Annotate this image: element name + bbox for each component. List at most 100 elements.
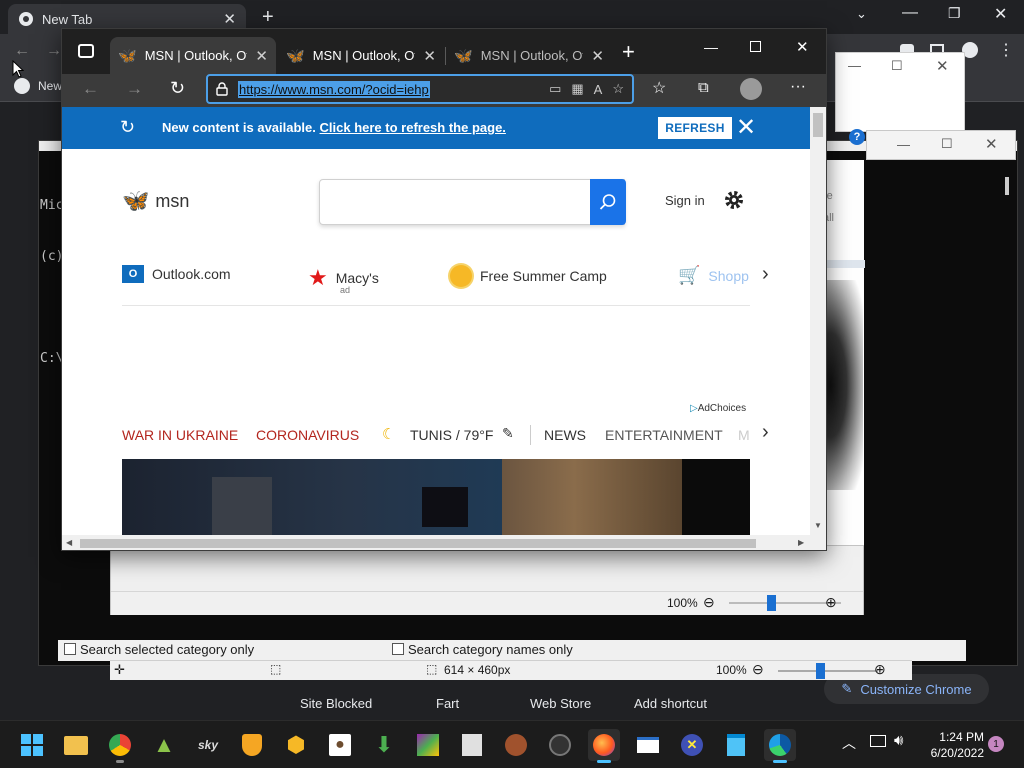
edge-tab-2[interactable]: 🦋 MSN | Outlook, Off ✕ bbox=[278, 37, 444, 74]
forward-icon[interactable]: → bbox=[126, 79, 143, 99]
collections-icon[interactable]: ⧉ bbox=[698, 79, 709, 96]
category-entertainment[interactable]: ENTERTAINMENT bbox=[605, 427, 723, 443]
quicklink-macys[interactable]: ★ Macy's ad bbox=[308, 265, 379, 295]
profile-avatar[interactable] bbox=[740, 78, 762, 100]
checkbox[interactable] bbox=[392, 643, 404, 655]
zoom-out-icon[interactable]: ⊖ bbox=[703, 594, 715, 611]
refresh-link[interactable]: Click here to refresh the page. bbox=[320, 120, 506, 135]
taskbar-clock[interactable]: 1:24 PM 6/20/2022 bbox=[924, 729, 984, 761]
minimize-icon[interactable]: — bbox=[897, 137, 910, 152]
coffee-icon[interactable]: ● bbox=[324, 729, 356, 761]
address-bar[interactable]: https://www.msn.com/?ocid=iehp ▭ ▦ A ☆ bbox=[206, 74, 634, 104]
zoom-in-icon[interactable]: ⊕ bbox=[825, 594, 837, 611]
chevron-right-icon[interactable]: › bbox=[762, 263, 769, 286]
close-icon[interactable]: ✕ bbox=[223, 10, 236, 28]
back-icon[interactable]: ← bbox=[14, 42, 30, 60]
close-icon[interactable]: ✕ bbox=[936, 57, 949, 75]
chevron-down-icon[interactable]: ⌄ bbox=[856, 6, 867, 22]
green-tree-icon[interactable]: ▲ bbox=[148, 729, 180, 761]
start-button[interactable] bbox=[16, 729, 48, 761]
scroll-left-icon[interactable]: ◀ bbox=[66, 538, 72, 547]
category-war-in-ukraine[interactable]: WAR IN UKRAINE bbox=[122, 427, 238, 443]
filter-selected-option[interactable]: Search selected category only bbox=[64, 642, 254, 657]
sky-app-icon[interactable]: sky bbox=[192, 729, 224, 761]
favorites-icon[interactable]: ☆ bbox=[652, 78, 666, 98]
zoom-slider-track[interactable] bbox=[778, 670, 878, 672]
pencil-icon[interactable]: ✎ bbox=[502, 425, 514, 442]
close-window-icon[interactable]: ✕ bbox=[994, 4, 1007, 24]
category-coronavirus[interactable]: CORONAVIRUS bbox=[256, 427, 359, 443]
shortcut-web-store[interactable]: Web Store bbox=[530, 696, 591, 711]
firefox-icon[interactable] bbox=[588, 729, 620, 763]
maximize-icon[interactable]: ☐ bbox=[891, 58, 903, 74]
read-aloud-icon[interactable]: A bbox=[594, 82, 603, 97]
checkbox[interactable] bbox=[64, 643, 76, 655]
scroll-down-icon[interactable]: ▼ bbox=[814, 521, 822, 530]
sign-in-link[interactable]: Sign in bbox=[665, 193, 705, 208]
minimize-icon[interactable]: — bbox=[848, 58, 861, 73]
shield-icon[interactable] bbox=[236, 729, 268, 761]
quicklink-shopping[interactable]: 🛒 Shopp bbox=[678, 265, 749, 286]
scroll-right-icon[interactable]: ▶ bbox=[798, 538, 804, 547]
restore-icon[interactable]: ❐ bbox=[948, 5, 961, 22]
qr-icon[interactable]: ▦ bbox=[571, 81, 583, 97]
quicklink-outlook[interactable]: O Outlook.com bbox=[122, 265, 231, 283]
notepad-icon[interactable] bbox=[720, 729, 752, 761]
url-text[interactable]: https://www.msn.com/?ocid=iehp bbox=[238, 80, 430, 98]
more-icon[interactable]: ··· bbox=[790, 78, 806, 96]
cmd-scrollbar[interactable] bbox=[1005, 177, 1009, 195]
ninja-icon[interactable] bbox=[544, 729, 576, 761]
download-icon[interactable]: ⬇ bbox=[368, 729, 400, 761]
network-icon[interactable] bbox=[870, 735, 886, 747]
settings-app-icon[interactable]: ⬢ bbox=[280, 729, 312, 761]
back-icon[interactable]: ← bbox=[82, 79, 99, 99]
scroll-thumb[interactable] bbox=[80, 539, 756, 548]
maximize-icon[interactable]: ☐ bbox=[941, 136, 953, 152]
zoom-slider-thumb[interactable] bbox=[816, 663, 825, 679]
file-explorer-icon[interactable] bbox=[60, 729, 92, 761]
edge-taskbar-icon[interactable] bbox=[764, 729, 796, 763]
category-news[interactable]: NEWS bbox=[544, 427, 586, 443]
volume-icon[interactable]: 🔊︎ bbox=[894, 732, 903, 749]
close-icon[interactable]: ✕ bbox=[255, 47, 268, 65]
minimize-icon[interactable]: — bbox=[902, 4, 918, 22]
new-tab-icon[interactable]: + bbox=[262, 6, 274, 29]
msn-logo[interactable]: 🦋 msn bbox=[122, 188, 189, 214]
close-icon[interactable]: ✕ bbox=[423, 47, 436, 65]
refresh-icon[interactable]: ↻ bbox=[170, 78, 185, 99]
quicklink-summer-camp[interactable]: Free Summer Camp bbox=[450, 265, 607, 287]
new-tab-icon[interactable]: + bbox=[622, 39, 635, 65]
bookmark-new[interactable]: New bbox=[38, 79, 62, 93]
forward-icon[interactable]: → bbox=[46, 42, 62, 60]
paint-app-icon[interactable] bbox=[412, 729, 444, 761]
close-window-icon[interactable]: ✕ bbox=[796, 38, 809, 56]
category-more[interactable]: M bbox=[738, 427, 750, 443]
close-icon[interactable]: ✕ bbox=[985, 135, 998, 153]
maximize-icon[interactable] bbox=[750, 41, 761, 52]
app-available-icon[interactable]: ▭ bbox=[549, 81, 561, 97]
more-icon[interactable]: ⋮ bbox=[998, 40, 1014, 60]
shortcut-add[interactable]: Add shortcut bbox=[634, 696, 707, 711]
notification-badge[interactable]: 1 bbox=[988, 736, 1004, 752]
tab-actions-icon[interactable] bbox=[78, 44, 94, 58]
search-input[interactable] bbox=[319, 179, 625, 225]
monkey-icon[interactable] bbox=[500, 729, 532, 761]
chrome-taskbar-icon[interactable] bbox=[104, 729, 136, 763]
help-icon[interactable]: ? bbox=[849, 129, 865, 145]
refresh-button[interactable]: REFRESH bbox=[658, 117, 732, 139]
close-icon[interactable]: ✕ bbox=[591, 47, 604, 65]
edge-tab-3[interactable]: 🦋 MSN | Outlook, Off ✕ bbox=[446, 37, 612, 74]
add-favorite-icon[interactable]: ☆ bbox=[612, 81, 624, 97]
shortcut-fart[interactable]: Fart bbox=[436, 696, 459, 711]
zoom-slider-thumb[interactable] bbox=[767, 595, 776, 611]
adchoices-link[interactable]: ▷AdChoices bbox=[690, 403, 746, 414]
shortcut-site-blocked[interactable]: Site Blocked bbox=[300, 696, 372, 711]
window-icon[interactable] bbox=[632, 729, 664, 761]
search-button[interactable] bbox=[590, 179, 626, 225]
category-weather[interactable]: TUNIS / 79°F bbox=[410, 427, 493, 443]
zoom-out-icon[interactable]: ⊖ bbox=[752, 661, 764, 678]
close-icon[interactable]: ✕ bbox=[736, 113, 756, 142]
chevron-right-icon[interactable]: › bbox=[762, 421, 769, 444]
edge-tab-1[interactable]: 🦋 MSN | Outlook, Off ✕ bbox=[110, 37, 276, 74]
document-icon[interactable] bbox=[456, 729, 488, 761]
